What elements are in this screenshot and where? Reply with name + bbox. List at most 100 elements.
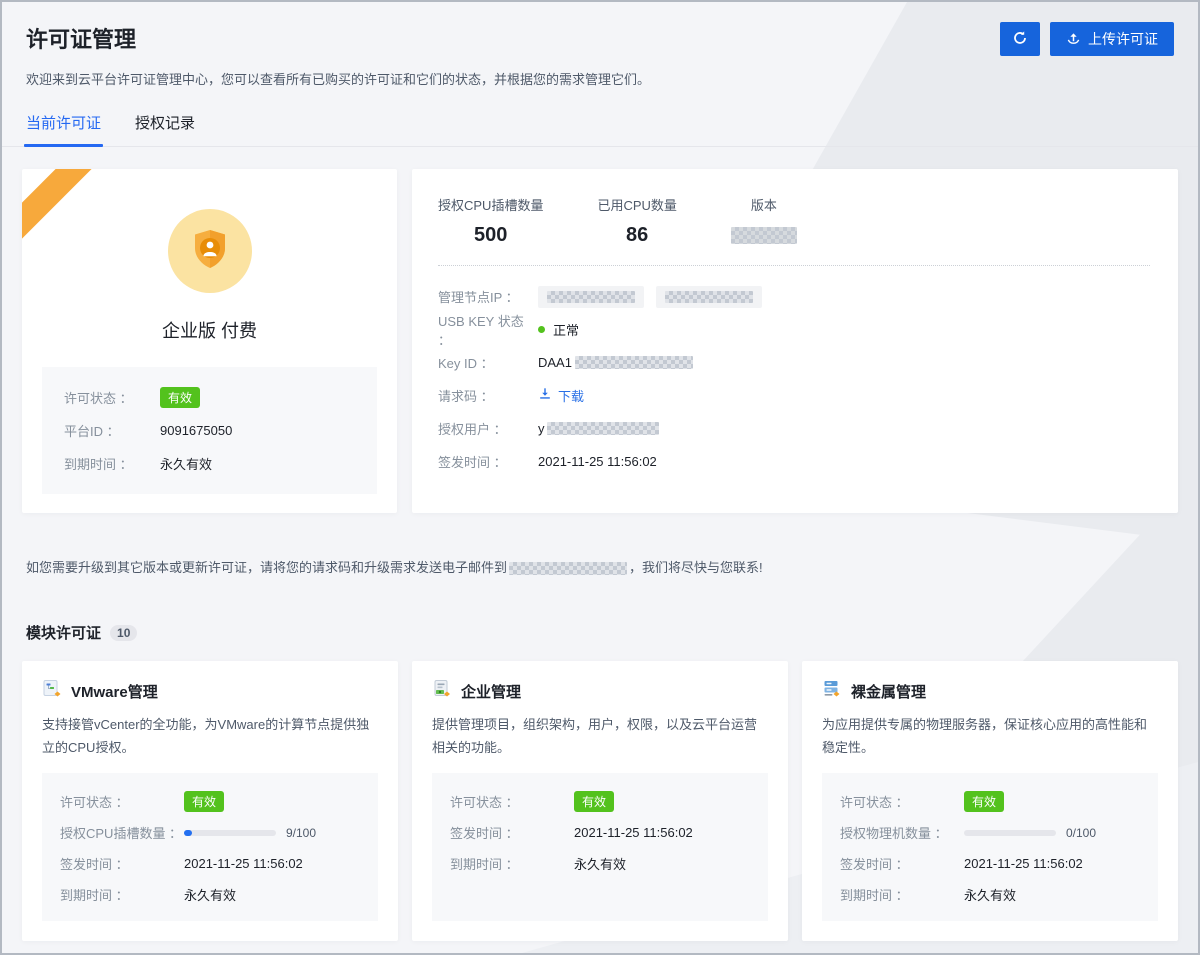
- row-label: 许可状态 ：: [64, 388, 160, 407]
- request-code-row: 请求码 ： 下载: [438, 379, 1150, 412]
- upload-license-button[interactable]: 上传许可证: [1050, 22, 1174, 56]
- row-label: 到期时间 ：: [840, 885, 964, 904]
- quota-ratio: 9/100: [286, 826, 316, 840]
- license-summary-card: 企业版 付费 许可状态 ： 有效 平台ID ： 9091675050 到期时间 …: [22, 169, 397, 513]
- section-title: 模块许可证: [26, 622, 101, 643]
- enterprise-module-icon: [432, 679, 452, 704]
- module-issue-time-row: 签发时间 ： 2021-11-25 11:56:02: [450, 817, 750, 848]
- refresh-icon: [1012, 30, 1028, 49]
- page-title: 许可证管理: [26, 22, 136, 54]
- masked-ip-2: [656, 286, 762, 308]
- module-description: 提供管理项目，组织架构，用户，权限，以及云平台运营相关的功能。: [432, 714, 768, 760]
- stat-value-masked: [731, 224, 797, 247]
- masked-version: [731, 227, 797, 244]
- authorized-user-row: 授权用户 ： y: [438, 412, 1150, 445]
- row-label: 到期时间 ：: [60, 885, 184, 904]
- masked-value: [665, 291, 753, 303]
- notice-text-before: 如您需要升级到其它版本或更新许可证，请将您的请求码和升级需求发送电子邮件到: [26, 560, 507, 575]
- row-label: 管理节点IP ：: [438, 287, 538, 306]
- row-label: 许可状态 ：: [840, 792, 964, 811]
- masked-ip-1: [538, 286, 644, 308]
- module-description: 为应用提供专属的物理服务器，保证核心应用的高性能和稳定性。: [822, 714, 1158, 760]
- download-link-label: 下载: [558, 386, 584, 405]
- notice-text-after: ，我们将尽快与您联系!: [629, 560, 763, 575]
- stat-value: 500: [438, 224, 543, 247]
- quota-progress-fill: [184, 830, 192, 836]
- module-expiry-row: 到期时间 ： 永久有效: [60, 879, 360, 910]
- module-info-box: 许可状态 ： 有效 授权物理机数量 ： 0/100 签发时间 ： 2021-11…: [822, 773, 1158, 921]
- masked-value: [547, 291, 635, 303]
- tab-authorization-records[interactable]: 授权记录: [135, 112, 195, 146]
- module-expiry-row: 到期时间 ： 永久有效: [450, 848, 750, 879]
- module-issue-time-row: 签发时间 ： 2021-11-25 11:56:02: [60, 848, 360, 879]
- issue-time-value: 2021-11-25 11:56:02: [574, 825, 693, 840]
- row-label: 许可状态 ：: [450, 792, 574, 811]
- module-info-box: 许可状态 ： 有效 签发时间 ： 2021-11-25 11:56:02 到期时…: [432, 773, 768, 921]
- masked-value: [575, 356, 693, 369]
- license-edition: 企业版 付费: [22, 317, 397, 343]
- row-label: 授权物理机数量 ：: [840, 823, 964, 842]
- status-badge: 有效: [160, 387, 200, 408]
- license-info-box: 许可状态 ： 有效 平台ID ： 9091675050 到期时间 ： 永久有效: [42, 367, 377, 494]
- module-card-vmware: VMware管理 支持接管vCenter的全功能，为VMware的计算节点提供独…: [22, 661, 398, 941]
- tab-current-licenses[interactable]: 当前许可证: [26, 112, 101, 146]
- module-quota-row: 授权CPU插槽数量 ： 9/100: [60, 817, 360, 848]
- row-label: Key ID ：: [438, 353, 538, 372]
- row-label: 到期时间 ：: [450, 854, 574, 873]
- module-issue-time-row: 签发时间 ： 2021-11-25 11:56:02: [840, 848, 1140, 879]
- upload-icon: [1066, 30, 1081, 48]
- download-icon: [538, 387, 552, 404]
- stat-cpu-sockets: 授权CPU插槽数量 500: [438, 195, 543, 247]
- expiry-value: 永久有效: [964, 885, 1016, 904]
- row-label: 到期时间 ：: [64, 454, 160, 473]
- download-request-code-link[interactable]: 下载: [538, 386, 584, 405]
- row-label: 请求码 ：: [438, 386, 538, 405]
- row-label: 许可状态 ：: [60, 792, 184, 811]
- license-stats: 授权CPU插槽数量 500 已用CPU数量 86 版本: [438, 195, 1150, 247]
- license-status-row: 许可状态 ： 有效: [64, 381, 355, 414]
- module-name: 企业管理: [461, 681, 521, 702]
- quota-progress-bar: [184, 830, 276, 836]
- usb-key-status-value: 正常: [553, 320, 579, 339]
- module-name: 裸金属管理: [851, 681, 926, 702]
- row-label: 签发时间 ：: [438, 452, 538, 471]
- stat-label: 版本: [731, 195, 797, 214]
- corner-ribbon: [22, 169, 142, 289]
- issue-time-value: 2021-11-25 11:56:02: [184, 856, 303, 871]
- expiry-value: 永久有效: [160, 454, 212, 473]
- tab-bar: 当前许可证 授权记录: [2, 112, 1198, 147]
- stat-used-cpu: 已用CPU数量 86: [597, 195, 676, 247]
- module-card-enterprise: 企业管理 提供管理项目，组织架构，用户，权限，以及云平台运营相关的功能。 许可状…: [412, 661, 788, 941]
- status-badge: 有效: [964, 791, 1004, 812]
- status-badge: 有效: [574, 791, 614, 812]
- license-management-page: 许可证管理: [0, 0, 1200, 955]
- stat-value: 86: [597, 224, 676, 247]
- module-info-box: 许可状态 ： 有效 授权CPU插槽数量 ： 9/100 签发时间 ： 2021-…: [42, 773, 378, 921]
- status-dot-icon: [538, 326, 545, 333]
- baremetal-module-icon: [822, 679, 842, 704]
- module-expiry-row: 到期时间 ： 永久有效: [840, 879, 1140, 910]
- stat-label: 授权CPU插槽数量: [438, 195, 543, 214]
- module-count-badge: 10: [110, 625, 137, 641]
- shield-user-icon: [186, 225, 234, 278]
- row-label: USB KEY 状态 ：: [438, 311, 538, 349]
- row-label: 签发时间 ：: [840, 854, 964, 873]
- page-header: 许可证管理: [2, 2, 1198, 88]
- upload-button-label: 上传许可证: [1088, 29, 1158, 49]
- module-status-row: 许可状态 ： 有效: [60, 786, 360, 817]
- key-id-row: Key ID ： DAA1: [438, 346, 1150, 379]
- stat-version: 版本: [731, 195, 797, 247]
- module-card-grid: VMware管理 支持接管vCenter的全功能，为VMware的计算节点提供独…: [22, 661, 1178, 941]
- row-label: 授权用户 ：: [438, 419, 538, 438]
- row-label: 签发时间 ：: [60, 854, 184, 873]
- key-id-prefix: DAA1: [538, 355, 572, 370]
- stat-label: 已用CPU数量: [597, 195, 676, 214]
- module-quota-row: 授权物理机数量 ： 0/100: [840, 817, 1140, 848]
- module-status-row: 许可状态 ： 有效: [840, 786, 1140, 817]
- module-card-baremetal: 裸金属管理 为应用提供专属的物理服务器，保证核心应用的高性能和稳定性。 许可状态…: [802, 661, 1178, 941]
- masked-email: [509, 562, 627, 575]
- module-status-row: 许可状态 ： 有效: [450, 786, 750, 817]
- module-description: 支持接管vCenter的全功能，为VMware的计算节点提供独立的CPU授权。: [42, 714, 378, 760]
- refresh-button[interactable]: [1000, 22, 1040, 56]
- issue-time-row: 签发时间 ： 2021-11-25 11:56:02: [438, 445, 1150, 478]
